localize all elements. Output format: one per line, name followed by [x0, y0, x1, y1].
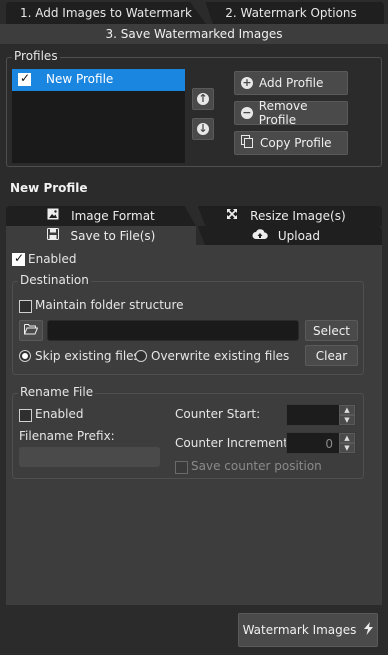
subtab-upload[interactable]: Upload [197, 226, 382, 246]
rename-enabled-checkbox[interactable] [19, 409, 32, 422]
select-label: Select [312, 323, 351, 338]
subtab-resize-label: Resize Image(s) [250, 209, 346, 223]
save-counter-label: Save counter position [191, 459, 322, 473]
clear-button[interactable]: Clear [305, 345, 358, 366]
plus-icon: + [241, 76, 253, 89]
chevron-up-icon[interactable]: ▲ [339, 433, 355, 443]
chevron-down-icon[interactable]: ▼ [339, 443, 355, 453]
minus-icon: − [241, 106, 253, 119]
folder-open-icon [24, 323, 39, 338]
subtab-image-format[interactable]: Image Format [6, 206, 196, 226]
subtab-save-to-files[interactable]: Save to File(s) [6, 226, 196, 246]
maintain-folder-checkbox[interactable] [19, 300, 32, 313]
profile-name-label: New Profile [46, 72, 114, 86]
remove-profile-button[interactable]: − Remove Profile [234, 99, 348, 127]
profile-checkbox[interactable]: ✓ [18, 71, 31, 86]
subtab-resize[interactable]: Resize Image(s) [197, 206, 382, 226]
tab-add-images[interactable]: 1. Add Images to Watermark [6, 2, 206, 24]
counter-start-stepper[interactable]: ▲ ▼ [286, 404, 356, 426]
move-up-button[interactable]: ↑ [192, 88, 214, 110]
maintain-folder-label: Maintain folder structure [35, 298, 184, 312]
skip-existing-label: Skip existing files [35, 349, 140, 363]
main-tab-strip: 1. Add Images to Watermark 2. Watermark … [0, 2, 388, 24]
destination-path-input[interactable] [47, 320, 299, 341]
list-item[interactable]: ✓ New Profile [12, 69, 185, 91]
copy-profile-button[interactable]: Copy Profile [234, 131, 348, 155]
chevron-down-icon[interactable]: ▼ [339, 415, 355, 425]
cloud-upload-icon [252, 229, 272, 243]
check-icon: ✓ [14, 251, 25, 265]
subtab-upload-label: Upload [277, 229, 320, 243]
counter-start-label: Counter Start: [175, 407, 261, 421]
copy-icon [241, 135, 254, 151]
arrow-down-icon: ↓ [197, 122, 209, 135]
subtab-image-format-label: Image Format [71, 209, 155, 223]
chevron-up-icon[interactable]: ▲ [339, 405, 355, 415]
skip-existing-radio[interactable] [19, 350, 31, 362]
copy-profile-label: Copy Profile [260, 136, 332, 150]
resize-icon [226, 209, 242, 223]
check-icon: ✓ [20, 71, 31, 85]
lightning-icon [364, 622, 374, 638]
profiles-group-title: Profiles [12, 49, 60, 63]
tab-watermark-options[interactable]: 2. Watermark Options [205, 2, 384, 24]
image-icon [47, 208, 63, 223]
save-enabled-label: Enabled [28, 252, 77, 266]
counter-increment-label: Counter Increment: [175, 436, 292, 450]
overwrite-existing-label: Overwrite existing files [151, 349, 290, 363]
arrow-up-icon: ↑ [197, 92, 209, 105]
counter-increment-stepper[interactable]: 0 ▲ ▼ [286, 432, 356, 454]
watermark-images-label: Watermark Images [242, 623, 357, 637]
browse-folder-button[interactable] [19, 320, 43, 341]
overwrite-existing-radio[interactable] [135, 350, 147, 362]
move-down-button[interactable]: ↓ [192, 118, 214, 140]
save-counter-checkbox[interactable] [175, 461, 188, 474]
rename-title: Rename File [18, 385, 96, 399]
add-profile-label: Add Profile [259, 76, 324, 90]
filename-prefix-input[interactable] [19, 447, 160, 467]
subtab-save-label: Save to File(s) [70, 229, 156, 243]
destination-title: Destination [18, 273, 91, 287]
rename-enabled-label: Enabled [35, 407, 84, 421]
counter-increment-value: 0 [325, 437, 333, 451]
floppy-icon [46, 228, 63, 243]
clear-label: Clear [315, 348, 348, 363]
remove-profile-label: Remove Profile [258, 99, 308, 127]
profile-heading: New Profile [10, 181, 88, 195]
profiles-list[interactable]: ✓ New Profile [12, 69, 185, 163]
add-profile-button[interactable]: + Add Profile [234, 71, 348, 95]
filename-prefix-label: Filename Prefix: [19, 429, 115, 443]
watermark-images-button[interactable]: Watermark Images [238, 613, 378, 647]
select-button[interactable]: Select [305, 320, 358, 341]
tab-save-watermarked[interactable]: 3. Save Watermarked Images [0, 24, 388, 44]
save-enabled-checkbox[interactable]: ✓ [12, 251, 25, 266]
